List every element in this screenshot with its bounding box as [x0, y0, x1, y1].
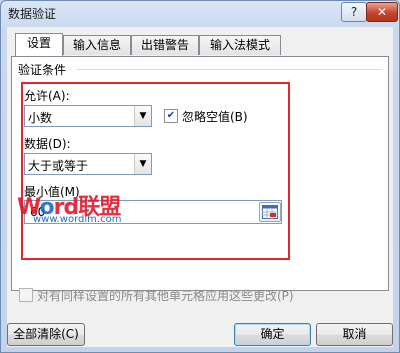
- settings-panel: 验证条件 允许(A): 小数 ▼ ✔ 忽略空值(B) 数据(D): 大于或等于 …: [11, 56, 389, 291]
- apply-all-label: 对有同样设置的所有其他单元格应用这些更改(P): [37, 289, 294, 303]
- ignore-blank-label[interactable]: 忽略空值(B): [182, 108, 248, 125]
- tab-error-alert[interactable]: 出错警告: [131, 35, 199, 55]
- validation-criteria-label: 验证条件: [18, 63, 67, 77]
- tab-ime-mode[interactable]: 输入法模式: [199, 35, 281, 55]
- dialog-body: 设置 输入信息 出错警告 输入法模式 验证条件 允许(A): 小数 ▼ ✔ 忽略…: [7, 27, 393, 347]
- allow-select[interactable]: 小数 ▼: [24, 105, 152, 127]
- chevron-down-icon[interactable]: ▼: [134, 154, 151, 174]
- apply-all-checkbox[interactable]: [19, 288, 33, 302]
- checkmark-icon: ✔: [166, 110, 176, 121]
- data-select[interactable]: 大于或等于 ▼: [24, 153, 152, 175]
- allow-value: 小数: [28, 111, 53, 125]
- data-label: 数据(D):: [24, 137, 71, 151]
- tab-input-message[interactable]: 输入信息: [63, 35, 131, 55]
- data-validation-dialog: 数据验证 ? ✕ 设置 输入信息 出错警告 输入法模式 验证条件 允许(A): …: [0, 0, 400, 353]
- data-value: 大于或等于: [28, 159, 89, 173]
- chevron-down-icon[interactable]: ▼: [134, 106, 151, 126]
- tab-settings[interactable]: 设置: [15, 33, 63, 56]
- window-title: 数据验证: [8, 7, 57, 21]
- title-bar[interactable]: 数据验证 ? ✕: [1, 1, 399, 27]
- help-button[interactable]: ?: [341, 2, 367, 22]
- cancel-button[interactable]: 取消: [316, 323, 393, 346]
- range-selector-icon[interactable]: [259, 202, 281, 222]
- allow-label: 允许(A):: [24, 89, 70, 103]
- ignore-blank-checkbox[interactable]: ✔: [164, 109, 178, 123]
- ok-button[interactable]: 确定: [234, 323, 311, 346]
- clear-all-button[interactable]: 全部清除(C): [7, 323, 85, 346]
- watermark-url: www.wordlm.com: [33, 214, 122, 225]
- close-button[interactable]: ✕: [366, 2, 398, 22]
- group-divider: [76, 69, 382, 70]
